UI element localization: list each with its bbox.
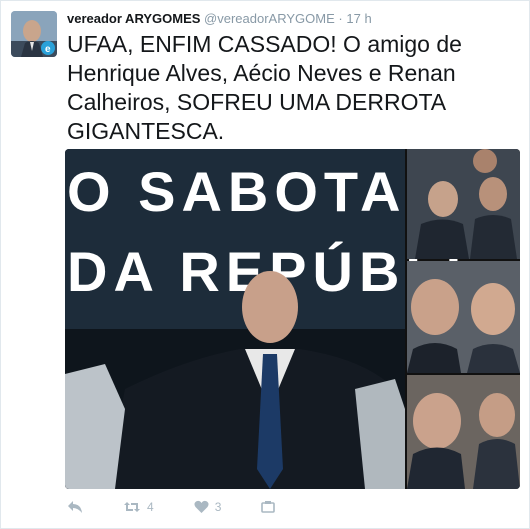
retweet-icon xyxy=(124,502,140,512)
like-button[interactable]: 3 xyxy=(194,500,222,514)
more-button[interactable] xyxy=(261,500,276,514)
tweet-header: vereador ARYGOMES @vereadorARYGOME · 17 … xyxy=(67,11,372,27)
reply-button[interactable] xyxy=(67,500,83,514)
svg-text:e: e xyxy=(45,44,51,55)
tweet-card: e vereador ARYGOMES @vereadorARYGOME · 1… xyxy=(0,0,530,529)
poster-image: O SABOTAD DA REPÚBLI xyxy=(65,149,461,489)
retweet-button[interactable]: 4 xyxy=(123,500,154,514)
tweet-actions: 4 3 xyxy=(67,497,315,517)
user-name[interactable]: vereador ARYGOMES xyxy=(67,11,200,26)
reply-icon xyxy=(68,501,82,513)
poster-line-1: O SABOTAD xyxy=(67,160,453,223)
tweet-text: UFAA, ENFIM CASSADO! O amigo de Henrique… xyxy=(67,31,462,144)
tweet-media[interactable]: O SABOTAD DA REPÚBLI xyxy=(65,149,520,489)
avatar[interactable]: e xyxy=(11,11,57,57)
separator: · xyxy=(338,11,343,26)
like-count: 3 xyxy=(214,500,222,514)
heart-icon xyxy=(194,500,209,513)
photo-middle xyxy=(407,261,520,373)
photo-bottom xyxy=(407,375,520,489)
retweet-count: 4 xyxy=(147,500,154,514)
photo-top xyxy=(407,149,520,259)
more-icon xyxy=(261,501,276,513)
timestamp[interactable]: 17 h xyxy=(346,11,371,26)
user-handle[interactable]: @vereadorARYGOME xyxy=(204,11,335,26)
